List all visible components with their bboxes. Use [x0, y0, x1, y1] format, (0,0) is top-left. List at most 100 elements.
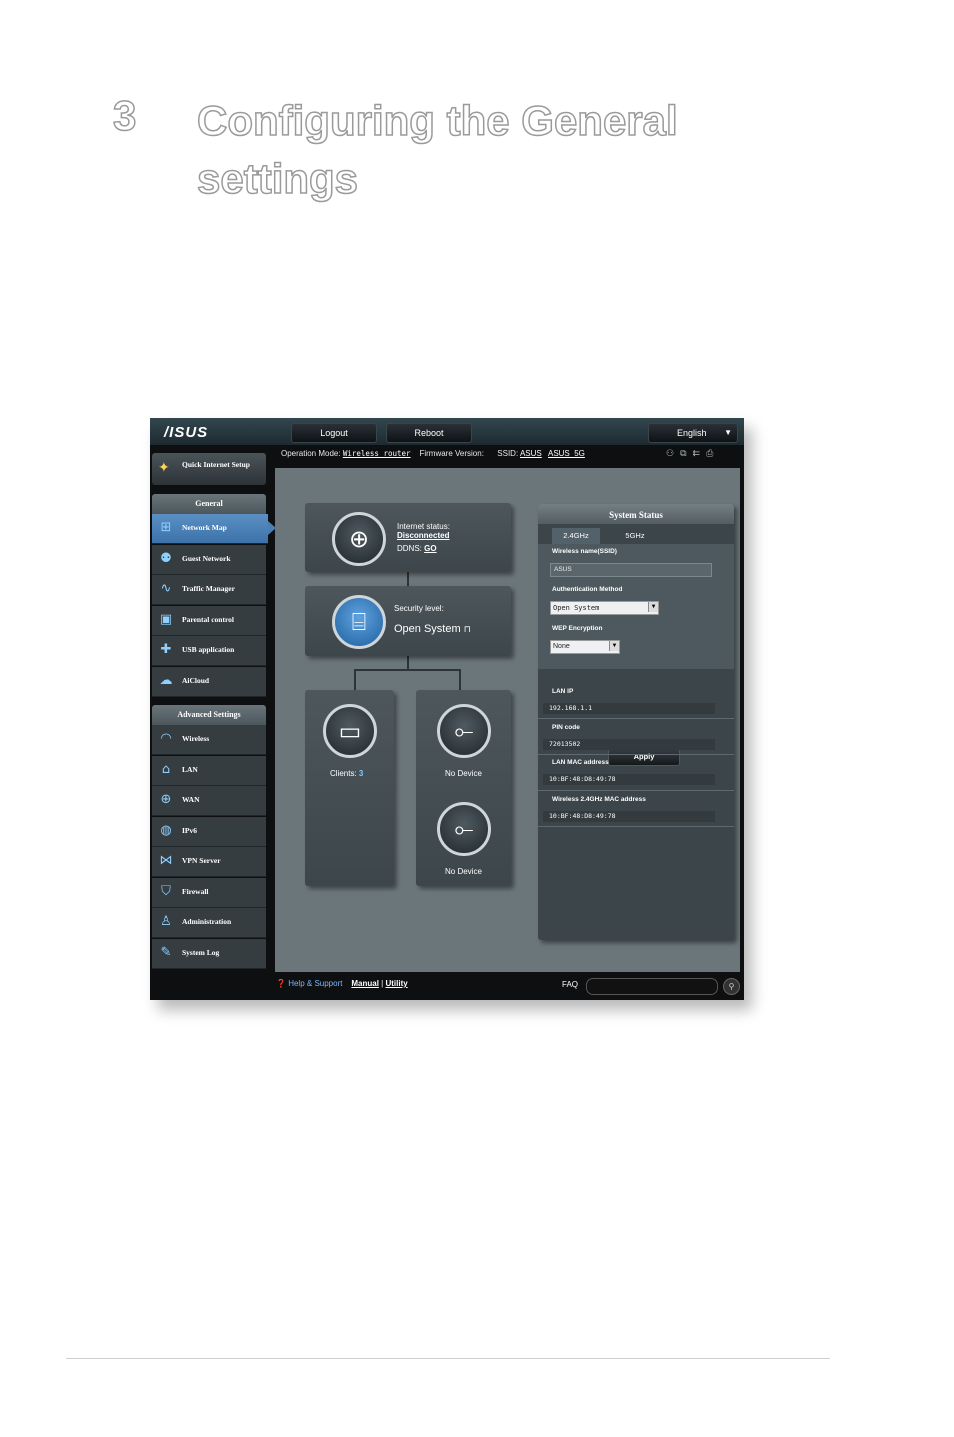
- sidebar-item-label: AiCloud: [182, 676, 210, 685]
- faq-label: FAQ: [562, 980, 579, 989]
- sidebar-item-system-log[interactable]: ✎ System Log: [152, 939, 266, 969]
- status-icons: ⚇⧉⇇⎙: [666, 449, 719, 459]
- lan-ip-label: LAN IP: [552, 688, 574, 695]
- sidebar-item-guest-network[interactable]: ⚉ Guest Network: [152, 545, 266, 575]
- ssid-link-2[interactable]: ASUS_5G: [548, 449, 585, 458]
- network-map-icon: ⊞: [160, 520, 172, 535]
- sidebar-item-wan[interactable]: ⊕ WAN: [152, 786, 266, 816]
- operation-mode-link[interactable]: Wireless router: [343, 449, 411, 458]
- connector-line: [354, 669, 356, 690]
- security-level-label: Security level:: [394, 604, 444, 613]
- clients-count[interactable]: 3: [359, 769, 363, 778]
- usb-status-1: No Device: [445, 769, 482, 778]
- sidebar-item-wireless[interactable]: ◠ Wireless: [152, 725, 266, 755]
- divider: [538, 826, 734, 827]
- internet-status-link[interactable]: Disconnected: [397, 531, 449, 540]
- tab-5ghz[interactable]: 5GHz: [611, 528, 659, 544]
- cloud-icon: ☁: [159, 673, 173, 688]
- system-status-panel: System Status 2.4GHz 5GHz Wireless name(…: [538, 504, 734, 940]
- language-label: English: [677, 428, 707, 438]
- sidebar-item-label: Wireless: [182, 734, 210, 743]
- pin-code-value: 72013502: [543, 739, 715, 750]
- wireless-mac-value: 10:BF:48:D8:49:78: [543, 811, 715, 822]
- advanced-settings-header: Advanced Settings: [152, 705, 266, 725]
- lan-mac-label: LAN MAC address: [552, 759, 609, 766]
- general-header: General: [152, 494, 266, 514]
- clients-label: Clients:: [330, 769, 357, 778]
- sidebar-item-label: Parental control: [182, 615, 235, 624]
- connector-line: [459, 669, 461, 690]
- ipv6-icon: ◍: [160, 823, 172, 838]
- logout-button[interactable]: Logout: [291, 423, 377, 443]
- router-card[interactable]: ⌸ Security level: Open System ⊓: [305, 586, 511, 656]
- sidebar-item-lan[interactable]: ⌂ LAN: [152, 756, 266, 786]
- shield-icon: ⛉: [161, 884, 171, 899]
- internet-status-label: Internet status:: [397, 522, 450, 531]
- sidebar-item-vpn-server[interactable]: ⋈ VPN Server: [152, 847, 266, 877]
- monitor-icon: ▭: [323, 704, 377, 758]
- sidebar-item-firewall[interactable]: ⛉ Firewall: [152, 878, 266, 908]
- tab-2-4ghz[interactable]: 2.4GHz: [552, 528, 600, 544]
- sidebar-item-parental-control[interactable]: ▣ Parental control: [152, 606, 266, 636]
- lan-mac-value: 10:BF:48:D8:49:78: [543, 774, 715, 785]
- sidebar-item-label: Traffic Manager: [182, 584, 235, 593]
- usb-icon[interactable]: ⇇: [693, 449, 707, 459]
- puzzle-icon: ✚: [160, 642, 172, 657]
- traffic-manager-icon: ∿: [160, 581, 172, 596]
- asus-logo: /ISUS: [164, 424, 209, 441]
- wifi-icon: ◠: [160, 731, 172, 746]
- clients-card[interactable]: ▭ Clients: 3: [305, 690, 394, 886]
- auth-method-label: Authentication Method: [552, 586, 623, 593]
- language-select[interactable]: English ▼: [648, 423, 738, 443]
- magic-wand-icon: ✦: [158, 460, 170, 476]
- wep-encryption-label: WEP Encryption: [552, 625, 603, 632]
- footer-rule: [66, 1358, 830, 1359]
- usb-icon[interactable]: ⟜: [437, 802, 491, 856]
- faq-search-input[interactable]: [586, 978, 718, 995]
- sidebar-item-ipv6[interactable]: ◍ IPv6: [152, 817, 266, 847]
- sidebar-item-label: System Log: [182, 948, 220, 957]
- operation-mode-label: Operation Mode:: [281, 449, 341, 458]
- wireless-name-input[interactable]: ASUS: [550, 563, 712, 577]
- quick-internet-setup-button[interactable]: ✦ Quick Internet Setup: [152, 453, 266, 485]
- sidebar-item-usb-application[interactable]: ✚ USB application: [152, 636, 266, 666]
- usb-icon[interactable]: ⟜: [437, 704, 491, 758]
- sidebar-item-label: USB application: [182, 645, 235, 654]
- chevron-down-icon: ▼: [724, 428, 732, 437]
- wep-encryption-select[interactable]: None ▼: [550, 640, 620, 654]
- connector-line: [354, 669, 461, 671]
- vpn-icon: ⋈: [159, 853, 173, 868]
- sidebar-item-traffic-manager[interactable]: ∿ Traffic Manager: [152, 575, 266, 605]
- router-screenshot: /ISUS Logout Reboot English ▼ Operation …: [150, 418, 744, 1000]
- auth-method-value: Open System: [553, 604, 600, 612]
- divider: [538, 754, 734, 755]
- reboot-button[interactable]: Reboot: [386, 423, 472, 443]
- sidebar-item-aicloud[interactable]: ☁ AiCloud: [152, 667, 266, 697]
- connector-line: [407, 656, 409, 670]
- copy-icon[interactable]: ⧉: [680, 449, 692, 459]
- ssid-link-1[interactable]: ASUS: [520, 449, 542, 458]
- chevron-down-icon: ▼: [648, 602, 658, 612]
- sidebar-item-administration[interactable]: ♙ Administration: [152, 908, 266, 938]
- ddns-label: DDNS:: [397, 544, 422, 553]
- guest-network-icon: ⚉: [160, 551, 172, 566]
- search-icon[interactable]: ⚲: [723, 978, 740, 995]
- auth-method-select[interactable]: Open System ▼: [550, 601, 659, 615]
- wep-encryption-value: None: [553, 643, 570, 650]
- sidebar-item-label: Firewall: [182, 887, 209, 896]
- clients-icon[interactable]: ⚇: [666, 449, 680, 459]
- operation-bar: Operation Mode: Wireless router Firmware…: [281, 449, 585, 458]
- ddns-go-link[interactable]: GO: [424, 544, 436, 553]
- ssid-label: SSID:: [497, 449, 519, 458]
- sidebar-item-network-map[interactable]: ⊞ Network Map: [152, 514, 276, 544]
- internet-card[interactable]: ⊕ Internet status: Disconnected DDNS: GO: [305, 503, 511, 572]
- system-status-title: System Status: [538, 504, 734, 524]
- manual-link[interactable]: Manual: [351, 979, 379, 988]
- wireless-mac-label: Wireless 2.4GHz MAC address: [552, 796, 646, 803]
- log-icon: ✎: [160, 945, 172, 960]
- printer-icon[interactable]: ⎙: [706, 449, 719, 459]
- utility-link[interactable]: Utility: [385, 979, 407, 988]
- firmware-label: Firmware Version:: [419, 449, 484, 458]
- chapter-title: Configuring the General settings: [196, 96, 678, 203]
- unlock-icon: ⊓: [463, 624, 471, 634]
